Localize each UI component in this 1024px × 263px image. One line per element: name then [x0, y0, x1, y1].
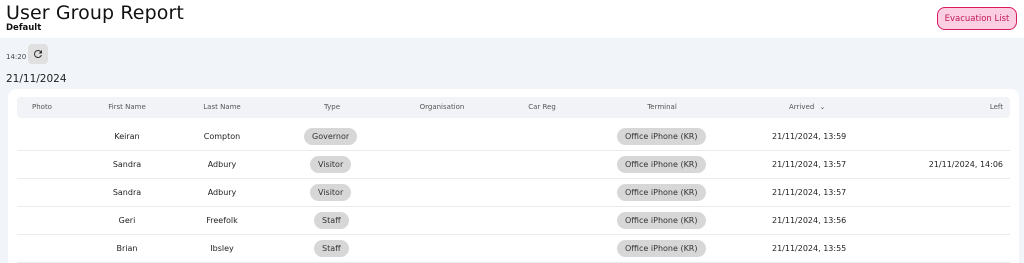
arrived-cell: 21/11/2024, 13:56 — [772, 216, 847, 225]
arrived-cell: 21/11/2024, 13:57 — [772, 188, 847, 197]
column-header-photo: Photo — [32, 103, 52, 111]
page-subtitle: Default — [6, 23, 42, 33]
first-name-cell: Brian — [116, 244, 138, 253]
arrived-cell: 21/11/2024, 13:55 — [772, 244, 847, 253]
last-name-cell: Freefolk — [206, 216, 238, 225]
type-chip: Staff — [314, 240, 349, 257]
last-name-cell: Adbury — [207, 188, 237, 197]
column-header-arrived-label: Arrived — [789, 103, 815, 111]
last-updated-time: 14:20 — [6, 53, 27, 61]
terminal-chip: Office iPhone (KR) — [617, 128, 706, 145]
table-row[interactable]: Geri Freefolk Staff Office iPhone (KR) 2… — [17, 207, 1010, 235]
terminal-chip: Office iPhone (KR) — [617, 212, 706, 229]
table-row[interactable]: Sandra Adbury Visitor Office iPhone (KR)… — [17, 179, 1010, 207]
type-chip: Staff — [314, 212, 349, 229]
column-header-left[interactable]: Left — [990, 97, 1003, 118]
column-header-terminal[interactable]: Terminal — [632, 97, 692, 118]
type-chip: Visitor — [310, 184, 352, 201]
evacuation-list-button[interactable]: Evacuation List — [937, 7, 1017, 30]
column-header-organisation[interactable]: Organisation — [407, 97, 477, 118]
page-title: User Group Report — [6, 2, 184, 24]
terminal-chip: Office iPhone (KR) — [617, 240, 706, 257]
first-name-cell: Sandra — [112, 188, 142, 197]
column-header-type[interactable]: Type — [302, 97, 362, 118]
arrived-cell: 21/11/2024, 13:57 — [772, 160, 847, 169]
column-header-arrived[interactable]: Arrived ⌄ — [789, 97, 825, 118]
terminal-chip: Office iPhone (KR) — [617, 184, 706, 201]
column-header-last-name[interactable]: Last Name — [192, 97, 252, 118]
arrived-cell: 21/11/2024, 13:59 — [772, 132, 847, 141]
refresh-icon — [34, 50, 42, 58]
left-cell: 21/11/2024, 14:06 — [928, 160, 1003, 169]
table-row[interactable]: Sandra Adbury Visitor Office iPhone (KR)… — [17, 151, 1010, 179]
sort-descending-icon: ⌄ — [819, 103, 826, 111]
type-chip: Visitor — [310, 156, 352, 173]
first-name-cell: Geri — [118, 216, 136, 225]
last-name-cell: Compton — [203, 132, 241, 141]
terminal-chip: Office iPhone (KR) — [617, 156, 706, 173]
type-chip: Governor — [304, 128, 358, 145]
first-name-cell: Sandra — [112, 160, 142, 169]
report-table-card: Photo First Name Last Name Type Organisa… — [8, 89, 1019, 263]
first-name-cell: Keiran — [114, 132, 140, 141]
table-row[interactable]: Brian Ibsley Staff Office iPhone (KR) 21… — [17, 235, 1010, 263]
column-header-car-reg[interactable]: Car Reg — [512, 97, 572, 118]
refresh-button[interactable] — [28, 44, 48, 64]
last-name-cell: Adbury — [207, 160, 237, 169]
table-row[interactable]: Keiran Compton Governor Office iPhone (K… — [17, 123, 1010, 151]
column-header-first-name[interactable]: First Name — [97, 97, 157, 118]
table-header: Photo First Name Last Name Type Organisa… — [17, 97, 1010, 118]
last-name-cell: Ibsley — [210, 244, 234, 253]
report-date: 21/11/2024 — [6, 73, 67, 85]
top-bar: User Group Report Default Evacuation Lis… — [0, 0, 1024, 38]
